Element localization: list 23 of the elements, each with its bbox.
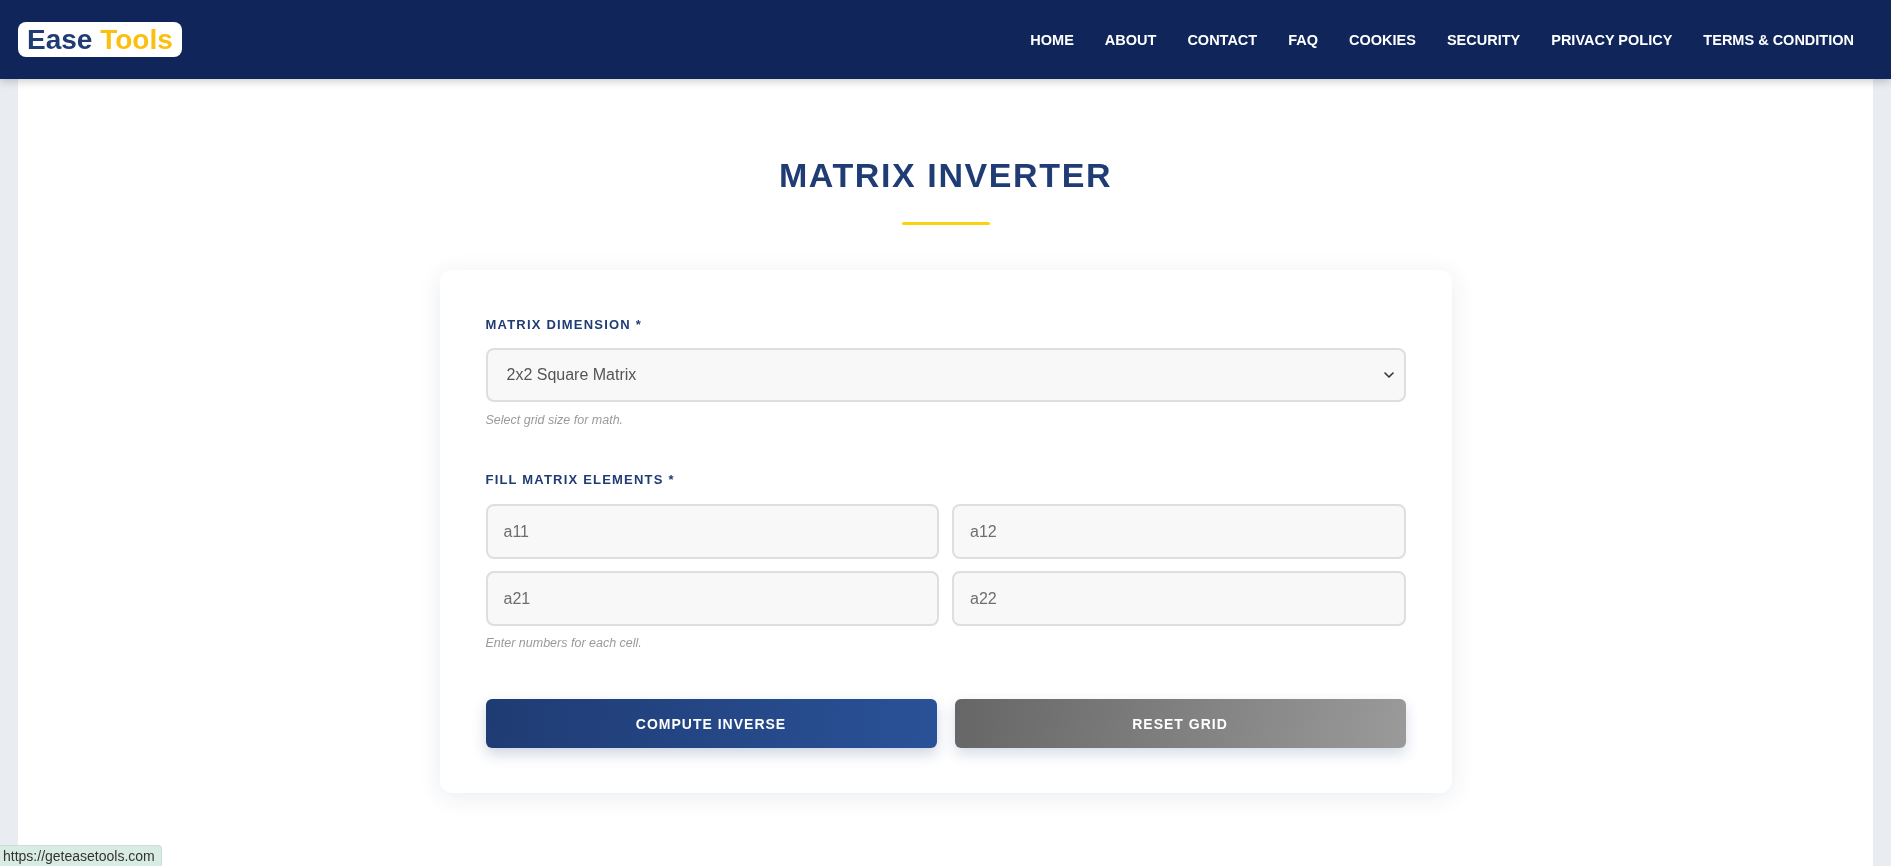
compute-button[interactable]: COMPUTE INVERSE: [485, 699, 937, 748]
nav-link[interactable]: ABOUT: [1104, 31, 1157, 48]
field-label: MATRIX DIMENSION *: [485, 316, 642, 334]
status-url-text: https://geteasetools.com: [0, 845, 162, 866]
nav-link[interactable]: COOKIES: [1349, 31, 1416, 48]
nav-link[interactable]: FAQ: [1288, 31, 1318, 48]
field-hint: Enter numbers for each cell.: [485, 635, 642, 651]
page-title: MATRIX INVERTER: [778, 155, 1113, 196]
nav-link[interactable]: PRIVACY POLICY: [1551, 31, 1673, 48]
site-logo[interactable]: Ease Tools: [18, 22, 182, 57]
nav-link[interactable]: SECURITY: [1446, 31, 1521, 48]
field-label: FILL MATRIX ELEMENTS *: [485, 471, 675, 489]
nav-link[interactable]: CONTACT: [1187, 31, 1258, 48]
dimension-select[interactable]: 2x2 Square Matrix: [485, 348, 1406, 402]
matrix-cell-input[interactable]: a22: [952, 571, 1406, 626]
field-hint: Select grid size for math.: [485, 412, 624, 428]
matrix-cell-input[interactable]: a21: [485, 571, 939, 626]
reset-button[interactable]: RESET GRID: [954, 699, 1406, 748]
matrix-cell-input[interactable]: a12: [952, 504, 1406, 559]
nav-link[interactable]: TERMS & CONDITION: [1703, 31, 1854, 48]
nav-link[interactable]: HOME: [1030, 31, 1074, 48]
matrix-cell-input[interactable]: a11: [485, 504, 939, 559]
chevron-down-icon: [1383, 372, 1394, 378]
